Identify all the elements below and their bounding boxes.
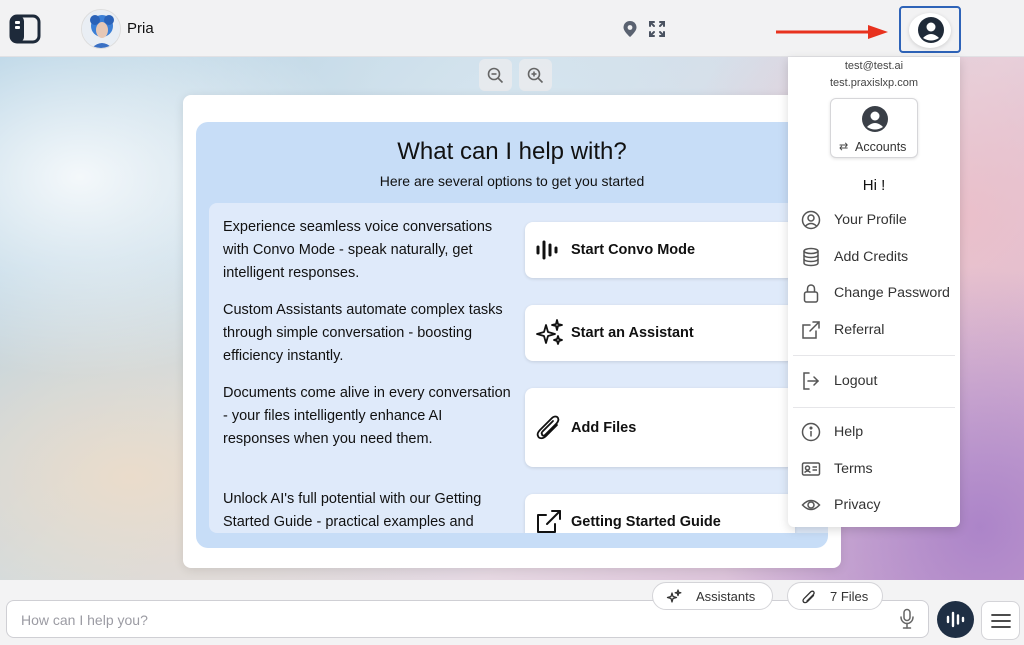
add-files-button[interactable]: Add Files <box>525 388 795 467</box>
menu-item-label: Your Profile <box>834 212 907 228</box>
hamburger-menu-button[interactable] <box>981 601 1020 640</box>
account-button[interactable] <box>899 6 961 53</box>
account-dropdown: test@test.ai test.praxislxp.com ⇄ Accoun… <box>788 57 960 527</box>
sidebar-toggle-icon[interactable] <box>9 14 41 44</box>
id-card-icon <box>801 462 821 476</box>
annotation-arrow <box>776 24 888 40</box>
bot-name: Pria <box>127 20 154 37</box>
accounts-label: Accounts <box>855 140 907 154</box>
menu-item-label: Logout <box>834 373 878 389</box>
menu-item-referral[interactable]: Referral <box>801 319 956 343</box>
start-convo-mode-label: Start Convo Mode <box>571 242 696 258</box>
eye-icon <box>801 499 821 511</box>
assistants-chip-label: Assistants <box>696 589 756 604</box>
add-files-label: Add Files <box>571 420 637 436</box>
greeting: Hi ! <box>862 177 886 194</box>
menu-item-privacy[interactable]: Privacy <box>801 494 956 518</box>
menu-item-terms[interactable]: Terms <box>801 458 956 482</box>
user-email: test@test.ai <box>844 60 904 72</box>
message-input[interactable] <box>21 609 881 631</box>
option-description: Custom Assistants automate complex tasks… <box>223 302 503 364</box>
user-circle-icon <box>918 17 944 43</box>
database-icon <box>803 247 819 267</box>
assistants-chip[interactable]: Assistants <box>652 582 773 610</box>
zoom-out-icon <box>487 67 504 84</box>
option-description: Documents come alive in every conversati… <box>223 385 511 447</box>
microphone-icon[interactable] <box>898 608 916 635</box>
help-panel: What can I help with? Here are several o… <box>196 122 828 548</box>
help-card: What can I help with? Here are several o… <box>183 95 841 568</box>
zoom-in-button[interactable] <box>519 59 552 91</box>
start-assistant-button[interactable]: Start an Assistant <box>525 305 795 361</box>
paperclip-icon <box>802 590 815 604</box>
menu-item-label: Help <box>834 424 864 440</box>
fullscreen-icon[interactable] <box>648 20 666 38</box>
hamburger-menu-icon <box>991 614 1011 628</box>
menu-divider <box>793 407 955 408</box>
user-circle-icon <box>801 210 821 230</box>
logout-icon <box>803 372 820 390</box>
files-chip[interactable]: 7 Files <box>787 582 883 610</box>
menu-item-label: Add Credits <box>834 249 909 265</box>
start-convo-mode-button[interactable]: Start Convo Mode <box>525 222 795 278</box>
waveform-icon <box>536 240 558 260</box>
user-circle-icon <box>862 106 888 132</box>
menu-item-label: Privacy <box>834 497 881 513</box>
menu-item-label: Terms <box>834 461 873 477</box>
files-chip-label: 7 Files <box>830 589 869 604</box>
menu-item-label: Referral <box>834 322 885 338</box>
menu-item-add-credits[interactable]: Add Credits <box>801 246 956 270</box>
info-icon <box>801 422 821 442</box>
menu-item-logout[interactable]: Logout <box>801 370 956 394</box>
zoom-in-icon <box>527 67 544 84</box>
lock-icon <box>803 284 819 303</box>
bot-avatar[interactable] <box>81 9 121 49</box>
getting-started-guide-button[interactable]: Getting Started Guide <box>525 494 795 533</box>
sparkles-icon <box>666 589 682 603</box>
user-domain: test.praxislxp.com <box>829 77 919 89</box>
option-description: Unlock AI's full potential with our Gett… <box>223 491 482 530</box>
zoom-out-button[interactable] <box>479 59 512 91</box>
location-pin-icon[interactable] <box>622 20 638 38</box>
menu-item-help[interactable]: Help <box>801 421 956 445</box>
getting-started-guide-label: Getting Started Guide <box>571 514 721 530</box>
help-title: What can I help with? <box>397 138 627 165</box>
menu-item-label: Change Password <box>834 285 950 301</box>
menu-item-your-profile[interactable]: Your Profile <box>801 209 956 233</box>
menu-divider <box>793 355 955 356</box>
paperclip-icon <box>536 415 560 440</box>
voice-mode-button[interactable] <box>937 601 974 638</box>
sparkles-icon <box>536 319 563 345</box>
help-subtitle: Here are several options to get you star… <box>379 173 645 189</box>
swap-arrows-icon: ⇄ <box>839 141 849 153</box>
external-link-icon <box>802 321 820 339</box>
top-bar: Pria <box>0 0 1024 57</box>
waveform-icon <box>946 611 965 628</box>
start-assistant-label: Start an Assistant <box>571 325 694 341</box>
accounts-button[interactable]: ⇄ Accounts <box>830 98 918 158</box>
external-link-icon <box>537 510 561 533</box>
menu-item-change-password[interactable]: Change Password <box>801 282 956 306</box>
options-list: Experience seamless voice conversations … <box>209 203 828 533</box>
option-description: Experience seamless voice conversations … <box>223 219 493 281</box>
